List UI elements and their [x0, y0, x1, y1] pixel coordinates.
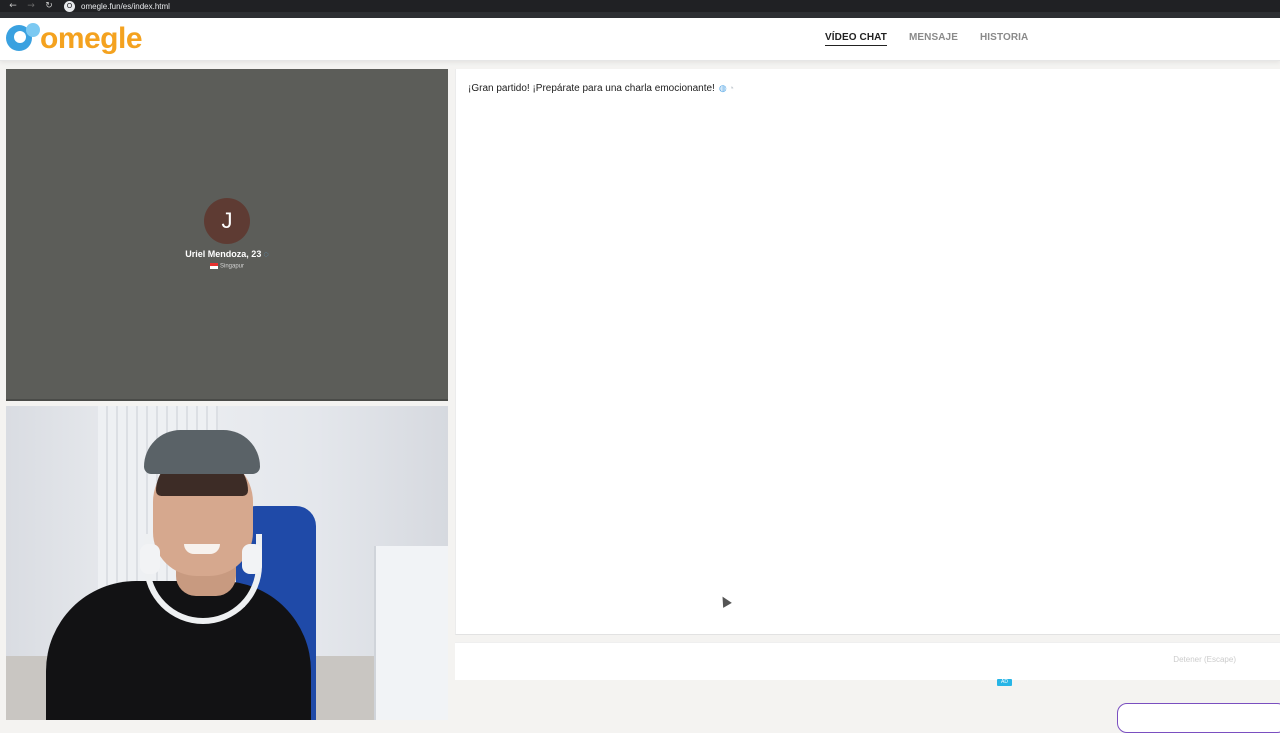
- chat-input-bar[interactable]: Detener (Escape): [455, 642, 1280, 680]
- self-webcam-video: [6, 406, 448, 720]
- nav-mensaje[interactable]: MENSAJE: [909, 32, 958, 46]
- site-header: omegle VÍDEO CHAT MENSAJE HISTORIA: [0, 18, 1280, 61]
- site-logo[interactable]: omegle: [6, 22, 143, 56]
- chat-message: ¡Gran partido! ¡Prepárate para una charl…: [468, 83, 734, 94]
- promo-box[interactable]: [1117, 703, 1280, 733]
- stranger-country-line: Singapur: [6, 263, 448, 270]
- browser-toolbar: ← → ↻ O omegle.fun/es/index.html: [0, 0, 1280, 12]
- forward-arrow-icon[interactable]: →: [26, 1, 36, 11]
- chat-log: ¡Gran partido! ¡Prepárate para una charl…: [455, 69, 1280, 635]
- stranger-video-panel: J Uriel Mendoza, 23 ◌ Singapur: [6, 69, 448, 401]
- reload-icon[interactable]: ↻: [44, 1, 54, 11]
- chat-message-text: ¡Gran partido! ¡Prepárate para una charl…: [468, 83, 715, 94]
- speech-bubble-icon: ◔: [728, 83, 735, 93]
- globe-icon: ◍: [718, 83, 727, 93]
- logo-text: omegle: [40, 22, 143, 55]
- stranger-country: Singapur: [219, 263, 245, 270]
- nav-video-chat[interactable]: VÍDEO CHAT: [825, 32, 887, 46]
- stop-button[interactable]: Detener (Escape): [1173, 655, 1236, 664]
- url-text[interactable]: omegle.fun/es/index.html: [81, 2, 170, 11]
- verified-badge-icon: ◌: [263, 249, 269, 259]
- mouse-cursor-icon: [718, 594, 732, 608]
- stranger-name-line: Uriel Mendoza, 23 ◌: [6, 249, 448, 259]
- site-favicon-icon: O: [64, 0, 75, 12]
- back-arrow-icon[interactable]: ←: [8, 1, 18, 11]
- stranger-name: Uriel Mendoza, 23: [185, 249, 262, 259]
- singapore-flag-icon: [209, 263, 218, 269]
- logo-bubbles-icon: [6, 23, 40, 55]
- nav-historia[interactable]: HISTORIA: [980, 32, 1028, 46]
- address-bar[interactable]: O omegle.fun/es/index.html: [64, 0, 170, 12]
- ad-badge[interactable]: AD: [997, 679, 1012, 686]
- stranger-avatar: J: [204, 198, 250, 244]
- main-nav: VÍDEO CHAT MENSAJE HISTORIA: [825, 32, 1050, 46]
